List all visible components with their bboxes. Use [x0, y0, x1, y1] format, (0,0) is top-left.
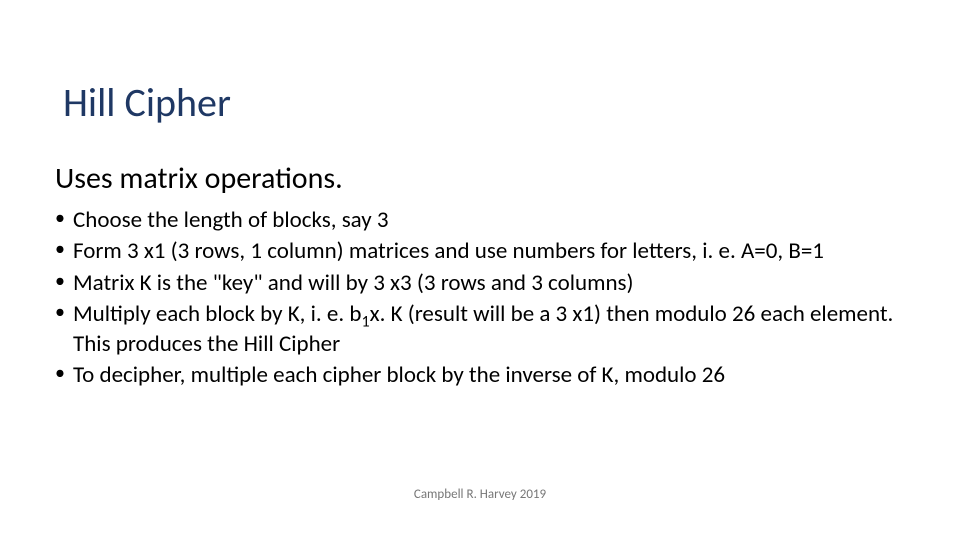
slide-subtitle: Uses matrix operations.: [55, 160, 343, 197]
list-item-text: Multiply each block by K, i. e. b: [73, 300, 361, 328]
list-item: Multiply each block by K, i. e. b1x. K (…: [55, 300, 905, 359]
list-item: Matrix K is the "key" and will by 3 x3 (…: [55, 269, 905, 298]
slide-body: Choose the length of blocks, say 3 Form …: [55, 206, 905, 393]
list-item: Form 3 x1 (3 rows, 1 column) matrices an…: [55, 237, 905, 266]
slide: Hill Cipher Uses matrix operations. Choo…: [0, 0, 960, 540]
list-item: Choose the length of blocks, say 3: [55, 206, 905, 235]
bullet-list: Choose the length of blocks, say 3 Form …: [55, 206, 905, 391]
slide-title: Hill Cipher: [63, 78, 231, 127]
slide-footer: Campbell R. Harvey 2019: [0, 487, 960, 502]
subscript: 1: [361, 313, 369, 332]
list-item: To decipher, multiple each cipher block …: [55, 361, 905, 390]
